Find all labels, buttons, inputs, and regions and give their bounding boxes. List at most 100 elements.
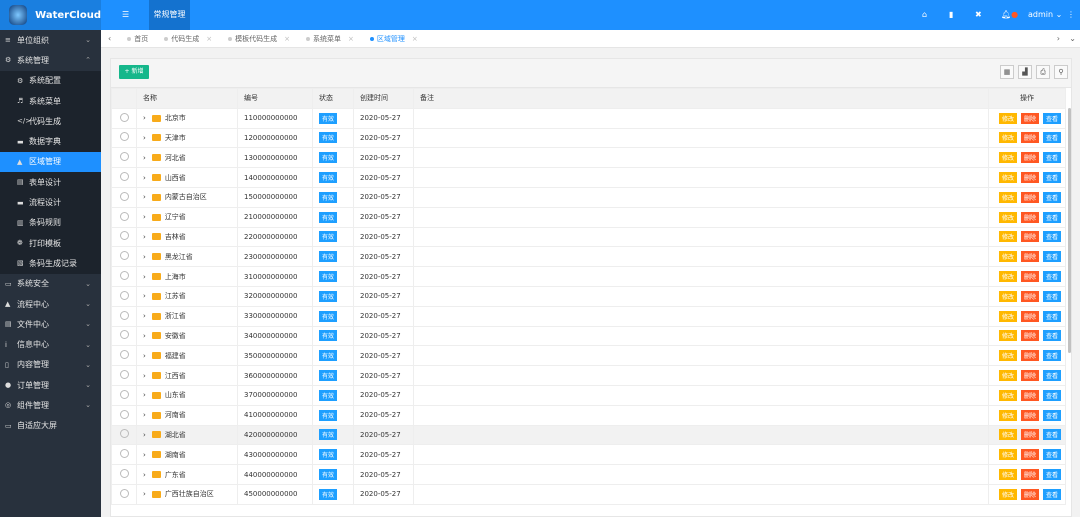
delete-button[interactable]: 删除 [1021, 409, 1040, 421]
table-row[interactable]: › 安徽省 340000000000 有效 2020-05-27 修改 删除 查看 [111, 325, 1066, 347]
select-cell[interactable] [111, 266, 137, 287]
delete-button[interactable]: 删除 [1021, 132, 1040, 144]
select-cell[interactable] [111, 285, 137, 307]
select-cell[interactable] [111, 206, 137, 228]
top-tab-regular[interactable]: 常规管理 [149, 0, 190, 30]
logo[interactable]: WaterCloud [0, 0, 101, 30]
edit-button[interactable]: 修改 [999, 370, 1018, 382]
sidebar-subitem[interactable]: ▥ 条码规则 [0, 213, 101, 233]
sidebar-subitem[interactable]: ▤ 表单设计 [0, 172, 101, 192]
view-button[interactable]: 查看 [1043, 172, 1062, 184]
add-button[interactable]: + 新增 [119, 65, 149, 79]
edit-button[interactable]: 修改 [999, 429, 1018, 441]
row-radio[interactable] [119, 488, 129, 498]
sidebar-item[interactable]: ◎ 组件管理 ⌄ [0, 395, 101, 415]
fullscreen-icon[interactable]: ✖ [975, 0, 982, 30]
view-button[interactable]: 查看 [1043, 370, 1062, 382]
page-tab[interactable]: 首页 [127, 34, 148, 44]
close-icon[interactable]: × [206, 35, 212, 43]
table-row[interactable]: › 天津市 120000000000 有效 2020-05-27 修改 删除 查看 [111, 127, 1066, 149]
page-tab[interactable]: 区域管理 × [369, 34, 418, 44]
view-button[interactable]: 查看 [1043, 152, 1062, 164]
close-icon[interactable]: × [284, 35, 290, 43]
delete-button[interactable]: 删除 [1021, 370, 1040, 382]
sidebar-subitem[interactable]: ▧ 条码生成记录 [0, 253, 101, 273]
page-tab[interactable]: 代码生成 × [164, 34, 212, 44]
row-radio[interactable] [119, 211, 129, 221]
home-icon[interactable]: ⌂ [922, 0, 927, 30]
edit-button[interactable]: 修改 [999, 409, 1018, 421]
expand-icon[interactable]: › [143, 391, 146, 399]
edit-button[interactable]: 修改 [999, 231, 1018, 243]
expand-icon[interactable]: › [143, 352, 146, 360]
table-row[interactable]: › 浙江省 330000000000 有效 2020-05-27 修改 删除 查看 [111, 305, 1066, 327]
delete-button[interactable]: 删除 [1021, 152, 1040, 164]
scrollbar[interactable] [1068, 108, 1071, 353]
select-cell[interactable] [111, 107, 137, 129]
sidebar-item[interactable]: ⚙ 系统管理 ⌃ [0, 50, 101, 70]
delete-button[interactable]: 删除 [1021, 251, 1040, 263]
expand-icon[interactable]: › [143, 292, 146, 300]
sidebar-item[interactable]: ● 订单管理 ⌄ [0, 375, 101, 395]
sidebar-subitem[interactable]: </> 代码生成 [0, 111, 101, 131]
sidebar-item[interactable]: ▭ 自适应大屏 [0, 416, 101, 436]
select-cell[interactable] [111, 424, 137, 446]
delete-button[interactable]: 删除 [1021, 172, 1040, 184]
delete-button[interactable]: 删除 [1021, 449, 1040, 461]
table-row[interactable]: › 北京市 110000000000 有效 2020-05-27 修改 删除 查看 [111, 107, 1066, 129]
edit-button[interactable]: 修改 [999, 488, 1018, 500]
columns-icon[interactable]: ▦ [1000, 65, 1014, 79]
table-row[interactable]: › 山东省 370000000000 有效 2020-05-27 修改 删除 查看 [111, 384, 1066, 406]
edit-button[interactable]: 修改 [999, 251, 1018, 263]
view-button[interactable]: 查看 [1043, 290, 1062, 302]
view-button[interactable]: 查看 [1043, 409, 1062, 421]
row-radio[interactable] [119, 449, 129, 459]
edit-button[interactable]: 修改 [999, 172, 1018, 184]
print-icon[interactable]: ⎙ [1036, 65, 1050, 79]
close-icon[interactable]: × [348, 35, 354, 43]
view-button[interactable]: 查看 [1043, 271, 1062, 283]
more-icon[interactable]: ⋮ [1067, 0, 1075, 30]
view-button[interactable]: 查看 [1043, 132, 1062, 144]
edit-button[interactable]: 修改 [999, 449, 1018, 461]
table-row[interactable]: › 上海市 310000000000 有效 2020-05-27 修改 删除 查看 [111, 266, 1066, 287]
expand-icon[interactable]: › [143, 451, 146, 459]
expand-icon[interactable]: › [143, 193, 146, 201]
table-row[interactable]: › 吉林省 220000000000 有效 2020-05-27 修改 删除 查看 [111, 226, 1066, 248]
table-row[interactable]: › 广西壮族自治区 450000000000 有效 2020-05-27 修改 删除 查看 [111, 483, 1066, 505]
row-radio[interactable] [119, 251, 129, 261]
delete-button[interactable]: 删除 [1021, 271, 1040, 283]
expand-icon[interactable]: › [143, 273, 146, 281]
delete-button[interactable]: 删除 [1021, 290, 1040, 302]
expand-icon[interactable]: › [143, 213, 146, 221]
clear-cache-icon[interactable]: ▮ [949, 0, 953, 30]
table-row[interactable]: › 江苏省 320000000000 有效 2020-05-27 修改 删除 查看 [111, 285, 1066, 307]
sidebar-subitem[interactable]: ▲ 区域管理 [0, 151, 101, 173]
edit-button[interactable]: 修改 [999, 469, 1018, 481]
edit-button[interactable]: 修改 [999, 191, 1018, 203]
select-cell[interactable] [111, 483, 137, 505]
view-button[interactable]: 查看 [1043, 488, 1062, 500]
edit-button[interactable]: 修改 [999, 112, 1018, 124]
row-radio[interactable] [119, 191, 129, 201]
delete-button[interactable]: 删除 [1021, 350, 1040, 362]
expand-icon[interactable]: › [143, 372, 146, 380]
sidebar-item[interactable]: ▭ 系统安全 ⌄ [0, 274, 101, 294]
select-cell[interactable] [111, 404, 137, 426]
bell-icon[interactable]: 🔔︎● [1001, 0, 1018, 30]
select-cell[interactable] [111, 226, 137, 248]
tabs-right-icon[interactable]: › [1057, 34, 1060, 43]
select-cell[interactable] [111, 305, 137, 327]
expand-icon[interactable]: › [143, 411, 146, 419]
user-menu[interactable]: admin ⌄ [1028, 0, 1062, 30]
expand-icon[interactable]: › [143, 233, 146, 241]
row-radio[interactable] [119, 310, 129, 320]
view-button[interactable]: 查看 [1043, 112, 1062, 124]
select-cell[interactable] [111, 325, 137, 347]
view-button[interactable]: 查看 [1043, 231, 1062, 243]
sidebar-item[interactable]: ≡ 单位组织 ⌄ [0, 30, 101, 50]
expand-icon[interactable]: › [143, 253, 146, 261]
table-row[interactable]: › 福建省 350000000000 有效 2020-05-27 修改 删除 查看 [111, 345, 1066, 367]
tabs-menu-icon[interactable]: ⌄ [1069, 34, 1076, 43]
row-radio[interactable] [119, 389, 129, 399]
